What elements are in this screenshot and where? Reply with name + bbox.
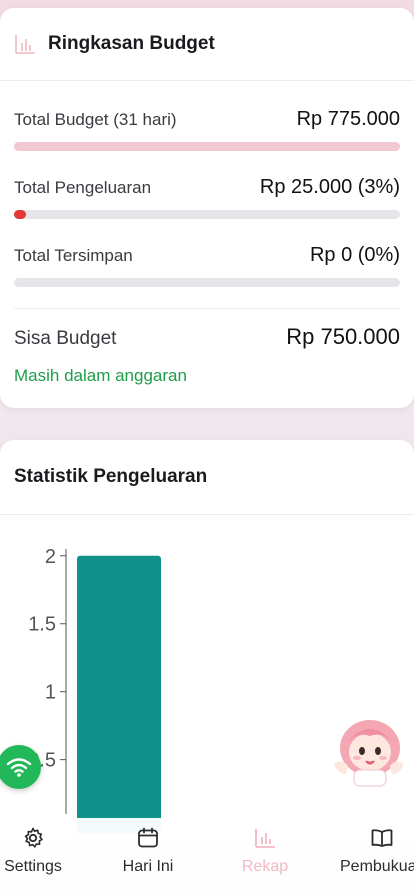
summary-title: Ringkasan Budget (48, 33, 215, 54)
bar-chart-icon (255, 829, 275, 848)
nav-hari-ini[interactable]: Hari Ini (112, 826, 184, 876)
total-pengeluaran-bar-fill (14, 210, 26, 219)
total-tersimpan-bar (14, 278, 400, 287)
nav-settings-label: Settings (4, 858, 62, 875)
budget-status-text: Masih dalam anggaran (14, 366, 187, 385)
book-icon (371, 829, 393, 847)
stats-header: Statistik Pengeluaran (0, 440, 414, 515)
gear-icon (24, 827, 43, 848)
total-tersimpan-label: Total Tersimpan (14, 246, 133, 265)
nav-hari-ini-label: Hari Ini (122, 858, 174, 875)
y-tick-label: 2 (45, 546, 56, 568)
y-tick-label: 1.5 (28, 614, 56, 636)
budget-summary-card: Ringkasan Budget Total Budget (31 hari) … (0, 8, 414, 408)
wifi-icon (6, 758, 32, 777)
nav-rekap-label: Rekap (241, 858, 289, 875)
sisa-budget-row: Sisa Budget Rp 750.000 (14, 324, 400, 350)
stats-title: Statistik Pengeluaran (14, 466, 208, 487)
summary-header: Ringkasan Budget (0, 8, 414, 81)
total-pengeluaran-value: Rp 25.000 (3%) (259, 176, 400, 198)
total-pengeluaran-label: Total Pengeluaran (14, 178, 152, 197)
summary-divider (14, 308, 400, 309)
expense-chart: 0.511.52 (28, 546, 161, 834)
total-budget-label: Total Budget (31 hari) (14, 110, 177, 129)
calendar-icon (138, 827, 158, 848)
nav-pembukuan[interactable]: Pembukuan (340, 826, 414, 876)
total-pengeluaran-row: Total Pengeluaran Rp 25.000 (3%) (14, 176, 400, 199)
total-tersimpan-row: Total Tersimpan Rp 0 (0%) (14, 244, 400, 267)
nav-settings[interactable]: Settings (2, 826, 64, 876)
total-pengeluaran-bar (14, 210, 400, 219)
total-budget-value: Rp 775.000 (296, 108, 400, 130)
total-tersimpan-value: Rp 0 (0%) (309, 244, 400, 266)
nav-pembukuan-label: Pembukuan (340, 858, 414, 875)
bar-chart-icon (15, 35, 35, 54)
chart-bar[interactable] (77, 555, 161, 834)
bottom-navigation: Settings Hari Ini Rekap Pembukuan (0, 818, 414, 896)
mascot-sticker (334, 720, 404, 787)
sisa-budget-label: Sisa Budget (14, 328, 117, 349)
y-tick-label: 1 (45, 682, 56, 704)
total-budget-bar (14, 142, 400, 151)
total-budget-bar-fill (14, 142, 400, 151)
nav-rekap[interactable]: Rekap (232, 826, 298, 876)
total-budget-row: Total Budget (31 hari) Rp 775.000 (14, 108, 400, 131)
sisa-budget-value: Rp 750.000 (286, 324, 400, 349)
